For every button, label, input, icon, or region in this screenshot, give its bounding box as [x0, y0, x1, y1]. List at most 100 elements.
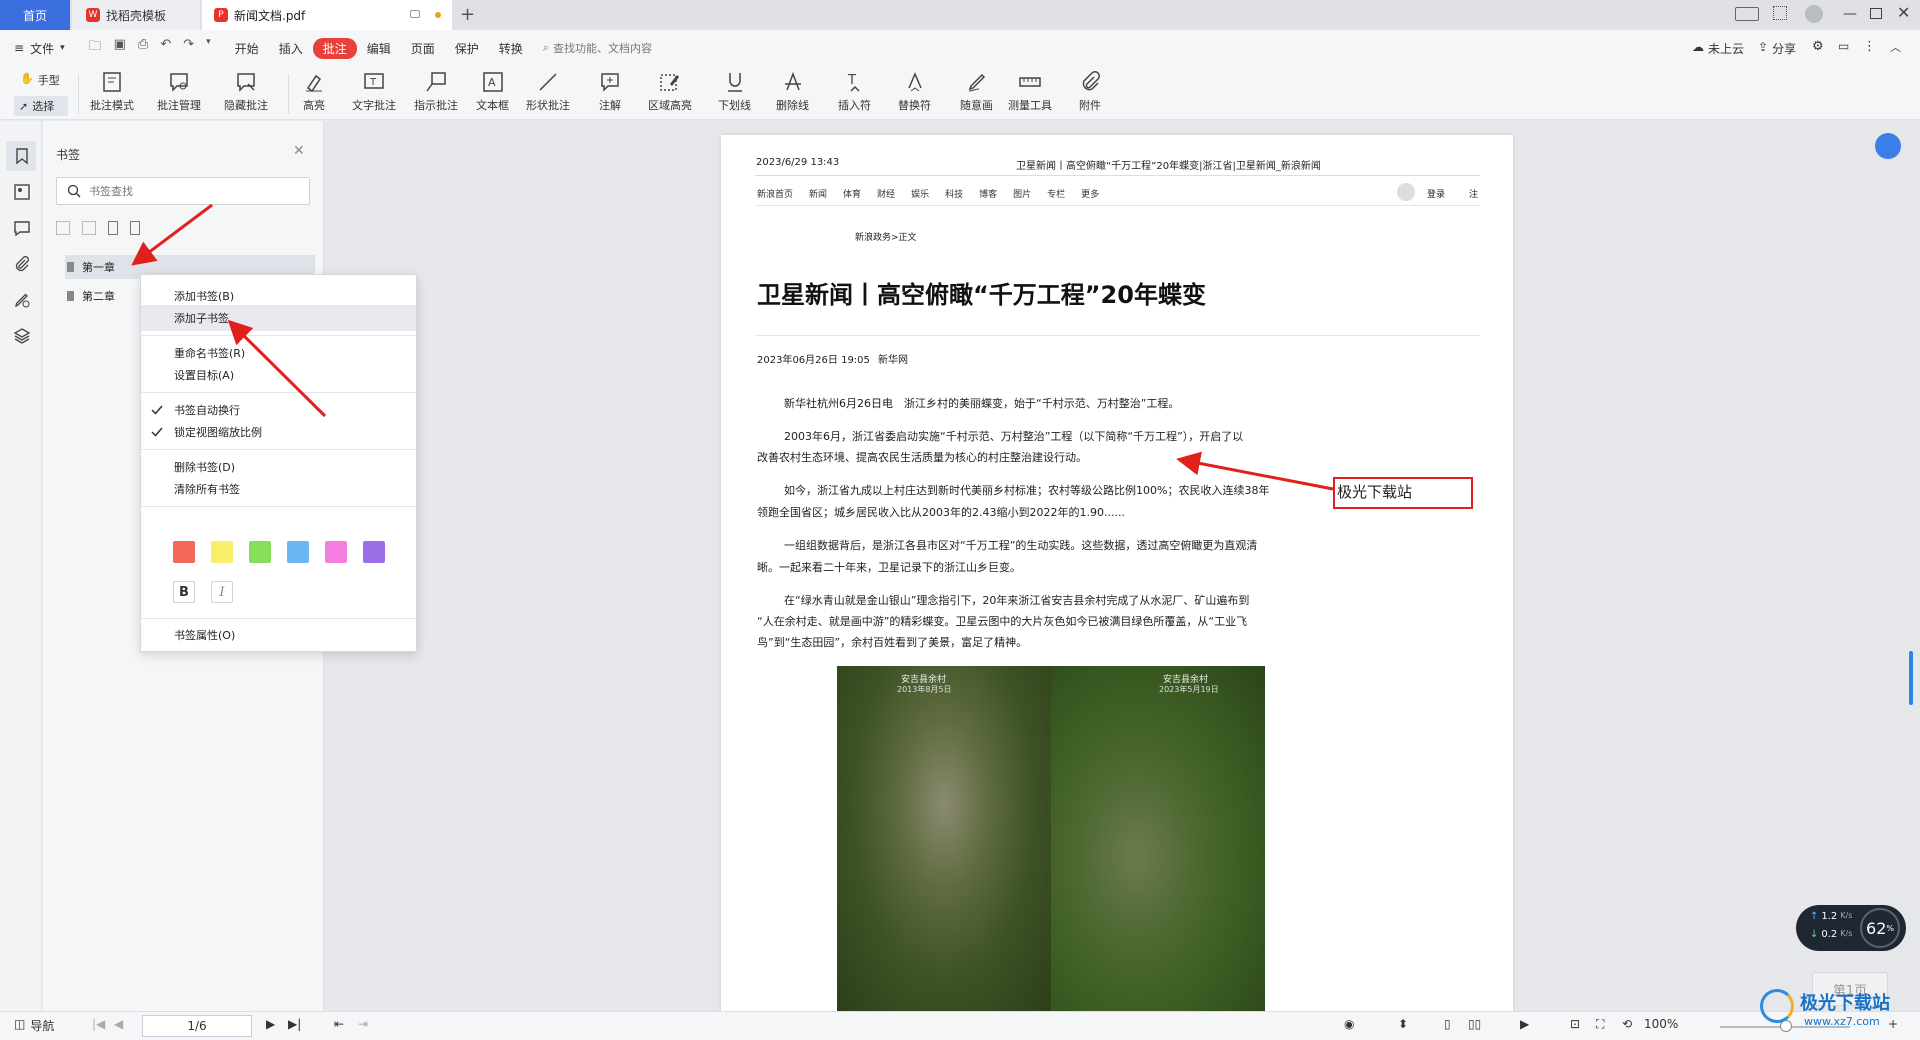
minimize-icon[interactable]: — — [1843, 6, 1857, 22]
share-button[interactable]: ⇪ 分享 — [1758, 40, 1796, 57]
cloud-status[interactable]: ☁ 未上云 — [1692, 40, 1744, 57]
freehand-button[interactable]: 随意画 — [960, 70, 993, 113]
actual-size-icon[interactable]: ⊡ — [1570, 1017, 1580, 1031]
maximize-icon[interactable] — [1870, 8, 1882, 19]
delete-bookmark-icon[interactable] — [130, 221, 140, 235]
strikethrough-button[interactable]: 删除线 — [776, 70, 809, 113]
site-nav-item[interactable]: 图片 — [1013, 187, 1031, 200]
open-folder-icon[interactable]: 🗀 — [89, 37, 102, 59]
bookmark-search-input[interactable] — [89, 184, 289, 198]
file-menu[interactable]: ≡ 文件 ▾ — [0, 40, 75, 57]
hand-tool[interactable]: ✋ 手型 — [20, 72, 60, 88]
previous-view-icon[interactable]: ⇤ — [334, 1017, 344, 1031]
save-icon[interactable]: ▣ — [114, 37, 126, 59]
site-nav-item[interactable]: 新浪首页 — [757, 187, 793, 200]
area-highlight-button[interactable]: 区域高亮 — [648, 70, 692, 113]
menu-edit[interactable]: 编辑 — [357, 40, 401, 57]
register-link[interactable]: 注 — [1469, 187, 1478, 200]
bookmark-item-chapter-2[interactable]: 第二章 — [65, 284, 115, 308]
rotate-icon[interactable]: ⟲ — [1622, 1017, 1632, 1031]
text-annotation-box[interactable]: 极光下载站 — [1333, 477, 1473, 509]
menu-page[interactable]: 页面 — [401, 40, 445, 57]
new-tab-icon[interactable]: + — [460, 4, 475, 25]
attachments-panel-icon[interactable] — [12, 254, 32, 274]
menu-annotate[interactable]: 批注 — [312, 37, 357, 59]
highlight-button[interactable]: 高亮 — [302, 70, 326, 113]
menu-convert[interactable]: 转换 — [489, 40, 533, 57]
color-swatch-yellow[interactable] — [211, 541, 233, 563]
comment-icon[interactable]: ▭ — [1838, 39, 1849, 53]
note-button[interactable]: 注解 — [598, 70, 622, 113]
fit-width-icon[interactable]: ⬍ — [1398, 1017, 1408, 1031]
floating-tool-icon[interactable] — [1875, 133, 1901, 159]
add-child-bookmark-item[interactable]: 添加子书签 — [141, 305, 416, 331]
print-icon[interactable]: ⎙ — [138, 37, 148, 59]
menu-start[interactable]: 开始 — [225, 40, 269, 57]
window-mode-icon[interactable] — [410, 10, 420, 18]
thumbnail-icon[interactable] — [12, 182, 32, 202]
redo-icon[interactable]: ↷ — [183, 37, 194, 59]
network-speed-widget[interactable]: ↑ 1.2 K/s ↓ 0.2 K/s 62% — [1796, 905, 1906, 951]
clear-all-bookmarks-item[interactable]: 清除所有书签 — [141, 476, 416, 502]
prev-page-icon[interactable]: ◀ — [114, 1017, 123, 1031]
color-swatch-purple[interactable] — [363, 541, 385, 563]
undo-icon[interactable]: ↶ — [160, 37, 171, 59]
site-nav-item[interactable]: 专栏 — [1047, 187, 1065, 200]
navigation-toggle[interactable]: ◫ 导航 — [14, 1017, 54, 1034]
color-swatch-green[interactable] — [249, 541, 271, 563]
close-window-icon[interactable]: ✕ — [1897, 3, 1910, 22]
site-nav-item[interactable]: 新闻 — [809, 187, 827, 200]
more-icon[interactable]: ⋮ — [1863, 39, 1876, 54]
next-page-icon[interactable]: ▶ — [266, 1017, 275, 1031]
menu-protect[interactable]: 保护 — [445, 40, 489, 57]
color-swatch-blue[interactable] — [287, 541, 309, 563]
select-tool[interactable]: ➚ 选择 — [14, 96, 68, 116]
single-page-icon[interactable]: ▯ — [1444, 1017, 1451, 1031]
annotation-mode-button[interactable]: 批注模式 — [90, 70, 134, 113]
italic-button[interactable]: I — [211, 581, 233, 603]
bookmark-search[interactable] — [56, 177, 310, 205]
zoom-level[interactable]: 100% — [1644, 1017, 1678, 1031]
signature-icon[interactable] — [12, 290, 32, 310]
play-icon[interactable]: ▶ — [1520, 1017, 1529, 1031]
collapse-ribbon-icon[interactable]: ︿ — [1890, 39, 1901, 55]
avatar[interactable] — [1805, 5, 1823, 23]
double-page-icon[interactable]: ▯▯ — [1468, 1017, 1481, 1031]
eye-protection-icon[interactable]: ◉ — [1344, 1017, 1354, 1031]
menu-insert[interactable]: 插入 — [269, 40, 313, 57]
site-nav-item[interactable]: 科技 — [945, 187, 963, 200]
shape-annotation-button[interactable]: 形状批注 — [526, 70, 570, 113]
tab-template[interactable]: W 找稻壳模板 — [72, 0, 200, 30]
site-nav-item[interactable]: 财经 — [877, 187, 895, 200]
expand-all-icon[interactable] — [56, 221, 70, 235]
add-bookmark-icon[interactable] — [108, 221, 118, 235]
underline-button[interactable]: 下划线 — [718, 70, 751, 113]
site-nav-item[interactable]: 体育 — [843, 187, 861, 200]
color-swatch-red[interactable] — [173, 541, 195, 563]
attachment-button[interactable]: 附件 — [1078, 70, 1102, 113]
scrollbar-thumb[interactable] — [1909, 651, 1913, 705]
measure-tool-button[interactable]: 测量工具 — [1008, 70, 1052, 113]
last-page-icon[interactable]: ▶| — [288, 1017, 301, 1031]
insert-caret-button[interactable]: T 插入符 — [838, 70, 871, 113]
set-target-item[interactable]: 设置目标(A) — [141, 362, 416, 388]
settings-icon[interactable]: ⚙ — [1812, 39, 1824, 54]
feature-search[interactable]: ⌕ 查找功能、文档内容 — [543, 40, 652, 56]
login-link[interactable]: 登录 — [1427, 187, 1445, 200]
hide-annotations-button[interactable]: 隐藏批注 — [224, 70, 268, 113]
next-view-icon[interactable]: ⇥ — [358, 1017, 368, 1031]
layout-icon[interactable] — [1735, 7, 1759, 21]
collapse-all-icon[interactable] — [82, 221, 96, 235]
text-annotation-button[interactable]: T 文字批注 — [352, 70, 396, 113]
site-nav-item[interactable]: 更多 — [1081, 187, 1099, 200]
color-swatch-pink[interactable] — [325, 541, 347, 563]
layers-icon[interactable] — [12, 326, 32, 346]
lock-zoom-item[interactable]: 锁定视图缩放比例 — [141, 419, 416, 445]
textbox-button[interactable]: A 文本框 — [476, 70, 509, 113]
bookmark-properties-item[interactable]: 书签属性(O) — [141, 622, 416, 648]
comments-panel-icon[interactable] — [12, 218, 32, 238]
first-page-icon[interactable]: |◀ — [92, 1017, 105, 1031]
annotation-manage-button[interactable]: 批注管理 — [157, 70, 201, 113]
close-panel-icon[interactable]: ✕ — [293, 143, 305, 159]
page-number-input[interactable]: 1/6 — [142, 1015, 252, 1037]
